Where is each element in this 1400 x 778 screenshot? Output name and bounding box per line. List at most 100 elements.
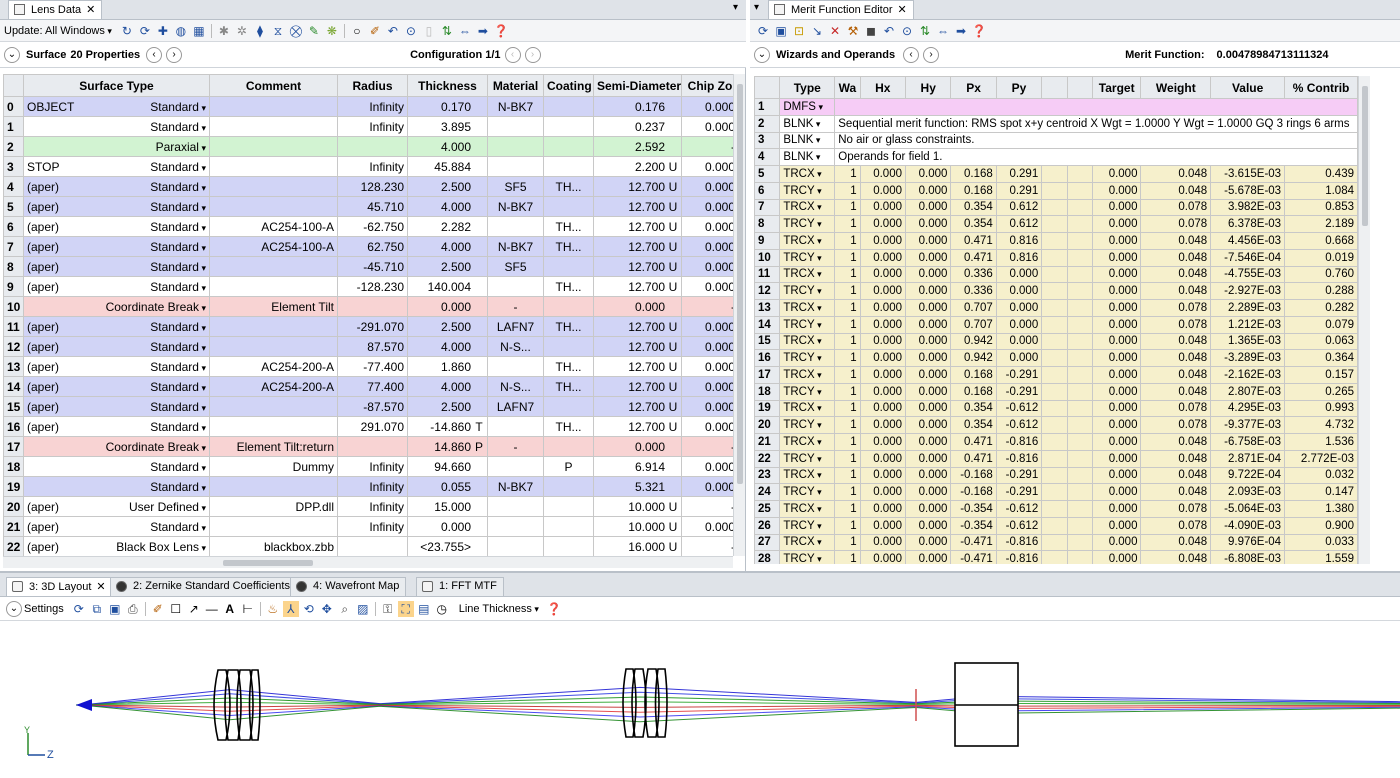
comment-cell[interactable] [209, 516, 338, 537]
wand-icon[interactable]: ✎ [306, 23, 322, 39]
comment-cell[interactable] [209, 116, 338, 137]
table-row[interactable]: 13TRCX10.0000.0000.7070.0000.0000.0782.2… [754, 299, 1358, 317]
semi-diameter-flag[interactable]: U [668, 500, 678, 514]
operand-type-dropdown[interactable]: TRCX [779, 533, 836, 552]
material-cell[interactable]: LAFN7 [487, 316, 544, 337]
wave-cell[interactable]: 1 [834, 416, 861, 434]
table-row[interactable]: 15TRCX10.0000.0000.9420.0000.0000.0481.3… [754, 332, 1358, 351]
hy-cell[interactable]: 0.000 [904, 382, 952, 401]
table-row[interactable]: 10TRCY10.0000.0000.4710.8160.0000.048-7.… [754, 248, 1358, 267]
chip-zone-cell[interactable]: 0.000 [681, 236, 733, 257]
semi-diameter-cell[interactable]: 12.700 U [593, 216, 682, 237]
py-cell[interactable]: 0.291 [995, 181, 1043, 200]
radius-cell[interactable]: -87.570 [337, 396, 408, 417]
px-cell[interactable]: -0.471 [950, 533, 997, 552]
operand-type-dropdown[interactable]: TRCY [779, 349, 836, 367]
hx-cell[interactable]: 0.000 [859, 215, 907, 233]
thickness-cell[interactable]: 2.500 [407, 256, 488, 277]
weight-cell[interactable]: 0.048 [1140, 449, 1212, 468]
coating-cell[interactable] [543, 336, 594, 357]
chip-zone-cell[interactable]: 0.000 [681, 256, 733, 277]
dimension-icon[interactable]: ⊢ [240, 601, 256, 617]
chip-zone-cell[interactable]: 0.000 [681, 216, 733, 237]
table-row[interactable]: 14(aper) StandardAC254-200-A77.400 4.000 N-… [3, 376, 733, 397]
coating-cell[interactable] [543, 156, 594, 177]
hx-cell[interactable]: 0.000 [859, 466, 907, 485]
empty-cell[interactable] [1066, 416, 1093, 434]
hx-cell[interactable]: 0.000 [859, 366, 907, 384]
chip-zone-cell[interactable]: 0.000 [681, 376, 733, 397]
weight-cell[interactable]: 0.048 [1140, 433, 1212, 451]
radius-cell[interactable]: -45.710 [337, 256, 408, 277]
surface-type-cell[interactable]: (aper) Standard [23, 516, 210, 537]
surface-type-cell[interactable]: (aper) Standard [23, 236, 210, 257]
px-cell[interactable]: 0.336 [950, 265, 997, 284]
semi-diameter-cell[interactable]: 2.200 U [593, 156, 682, 177]
wave-cell[interactable]: 1 [834, 399, 861, 418]
table-row[interactable]: 15(aper) Standard -87.570 2.500 LAFN7 12.700U… [3, 396, 733, 417]
wave-cell[interactable]: 1 [834, 382, 861, 401]
operand-type-dropdown[interactable]: TRCY [779, 315, 836, 334]
settings-grid-icon[interactable]: ▦ [191, 23, 207, 39]
table-row[interactable]: 19TRCX10.0000.0000.354-0.6120.0000.0784.… [754, 399, 1358, 418]
semi-diameter-cell[interactable]: 12.700 U [593, 176, 682, 197]
thickness-cell[interactable]: 3.895 [407, 116, 488, 137]
semi-diameter-flag[interactable]: U [668, 280, 678, 294]
table-row[interactable]: 11TRCX10.0000.0000.3360.0000.0000.048-4.… [754, 265, 1358, 284]
comment-cell[interactable] [209, 416, 338, 437]
insert-operand-icon[interactable]: ↘ [809, 23, 825, 39]
thickness-cell[interactable]: 4.000 [407, 136, 488, 157]
tab-analysis-1[interactable]: 3: 3D Layout ✕ [6, 577, 113, 596]
semi-diameter-cell[interactable]: 12.700 U [593, 376, 682, 397]
material-cell[interactable]: N-S... [487, 336, 544, 357]
table-row[interactable]: 19 Standard Infinity 0.055 N-BK7 5.321 0.000 [3, 476, 733, 497]
radius-cell[interactable]: Infinity [337, 496, 408, 517]
material-cell[interactable] [487, 136, 544, 157]
hx-cell[interactable]: 0.000 [859, 516, 907, 535]
hx-cell[interactable]: 0.000 [859, 399, 907, 418]
semi-diameter-flag[interactable]: U [668, 220, 678, 234]
target-cell[interactable]: 0.000 [1091, 299, 1142, 317]
wave-cell[interactable]: 1 [834, 366, 861, 384]
square-icon[interactable]: ◼ [863, 23, 879, 39]
target-cell[interactable]: 0.000 [1091, 466, 1142, 485]
empty-cell[interactable] [1066, 315, 1093, 334]
close-icon[interactable]: ✕ [96, 581, 105, 593]
semi-diameter-flag[interactable]: U [668, 260, 678, 274]
collapse-icon[interactable]: ⌄ [754, 46, 770, 63]
material-cell[interactable]: N-BK7 [487, 476, 544, 497]
table-row[interactable]: 22(aper) Black Box Lensblackbox.zbb <23.75… [3, 536, 733, 556]
target-cell[interactable]: 0.000 [1091, 232, 1142, 250]
target-cell[interactable]: 0.000 [1091, 382, 1142, 401]
table-row[interactable]: 17TRCX10.0000.0000.168-0.2910.0000.048-2… [754, 366, 1358, 384]
surface-type-dropdown[interactable]: Standard [150, 460, 206, 474]
semi-diameter-cell[interactable]: 12.700 U [593, 256, 682, 277]
chip-zone-cell[interactable]: - [681, 136, 733, 157]
table-row[interactable]: 0OBJECT Standard Infinity 0.170 N-BK7 0.176 0.… [3, 96, 733, 117]
comment-cell[interactable]: blackbox.zbb [209, 536, 338, 556]
surface-type-dropdown[interactable]: Standard [150, 120, 206, 134]
surface-type-dropdown[interactable]: Standard [150, 260, 206, 274]
semi-diameter-cell[interactable]: 12.700 U [593, 356, 682, 377]
rotate-icon[interactable]: ⟲ [301, 601, 317, 617]
table-row[interactable]: 23TRCX10.0000.000-0.168-0.2910.0000.0489… [754, 466, 1358, 485]
py-cell[interactable]: -0.291 [995, 366, 1043, 384]
refresh-icon[interactable]: ⟳ [755, 23, 771, 39]
comment-cell[interactable] [209, 96, 338, 117]
coating-cell[interactable] [543, 256, 594, 277]
table-row[interactable]: 4BLNKOperands for field 1. [754, 148, 1358, 166]
py-cell[interactable]: 0.000 [995, 299, 1043, 317]
surface-type-cell[interactable]: (aper) Standard [23, 216, 210, 237]
py-cell[interactable]: 0.612 [995, 215, 1043, 233]
semi-diameter-cell[interactable]: 12.700 U [593, 196, 682, 217]
pan-icon[interactable]: ✥ [319, 601, 335, 617]
weight-cell[interactable]: 0.048 [1140, 232, 1212, 250]
wave-cell[interactable]: 1 [834, 533, 861, 552]
table-row[interactable]: 24TRCY10.0000.000-0.168-0.2910.0000.0482… [754, 483, 1358, 501]
save-icon[interactable]: ▣ [107, 601, 123, 617]
hx-cell[interactable]: 0.000 [859, 500, 907, 518]
sort-icon[interactable]: ⇅ [439, 23, 455, 39]
operand-type-dropdown[interactable]: TRCY [779, 382, 836, 401]
surface-type-dropdown[interactable]: Standard [150, 180, 206, 194]
weight-cell[interactable]: 0.078 [1140, 516, 1212, 535]
